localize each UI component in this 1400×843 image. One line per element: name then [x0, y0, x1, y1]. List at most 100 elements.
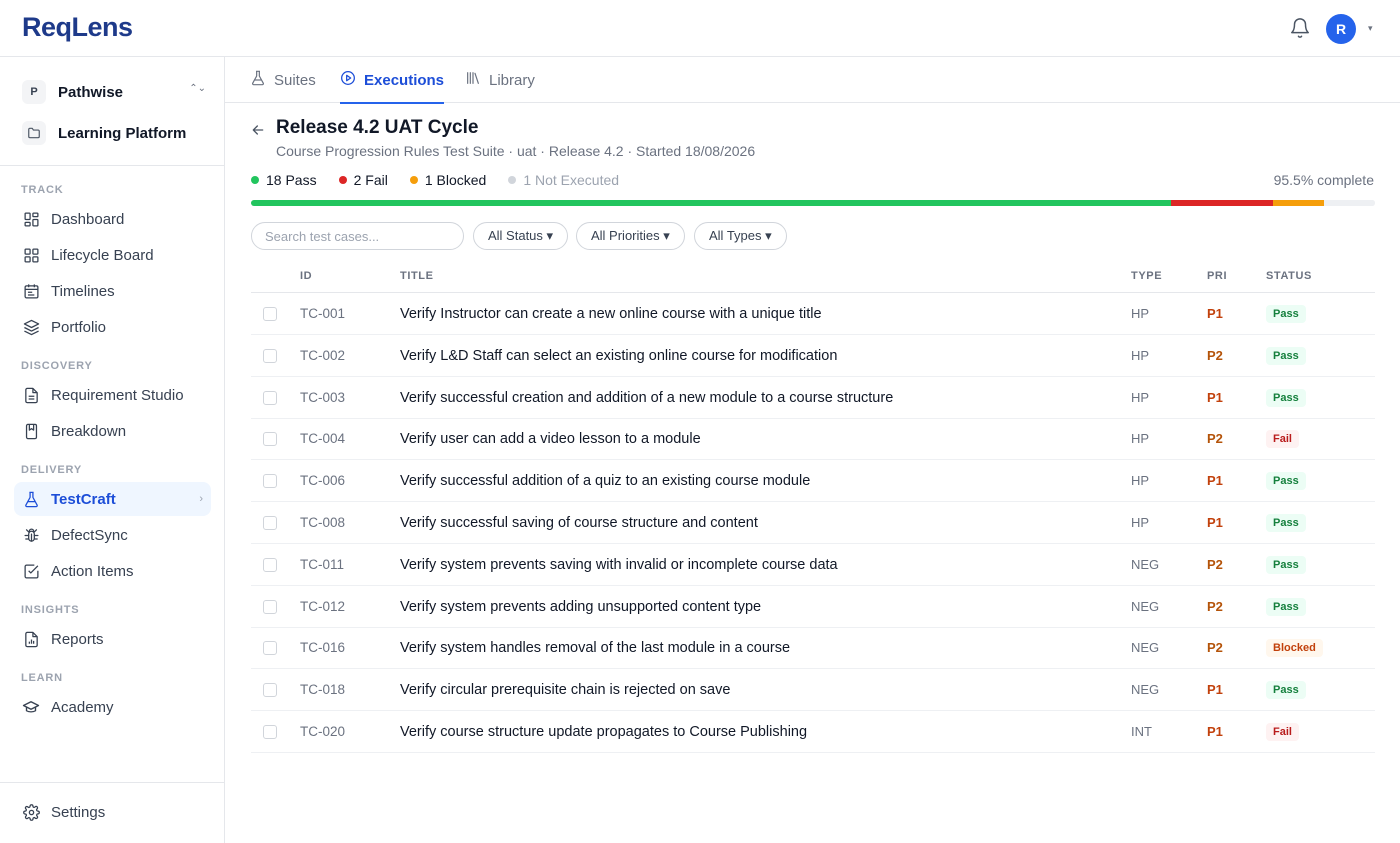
sidebar-item-timelines[interactable]: Timelines [14, 274, 211, 308]
sidebar-item-settings[interactable]: Settings [14, 795, 211, 829]
sidebar-item-dashboard[interactable]: Dashboard [14, 202, 211, 236]
execution-progress-bar [251, 200, 1375, 206]
test-case-title[interactable]: Verify L&D Staff can select an existing … [400, 348, 837, 364]
row-checkbox[interactable] [263, 390, 277, 405]
page-subtitle: Course Progression Rules Test Suite · ua… [276, 143, 756, 159]
table-row[interactable]: TC-001 Verify Instructor can create a new… [251, 293, 1375, 335]
status-badge: Pass [1266, 305, 1306, 323]
row-checkbox[interactable] [263, 474, 277, 489]
table-row[interactable]: TC-011 Verify system prevents saving with… [251, 544, 1375, 586]
test-case-title[interactable]: Verify course structure update propagate… [400, 724, 807, 740]
test-case-id: TC-001 [300, 306, 346, 321]
column-header-id[interactable]: ID [300, 270, 312, 282]
pass-dot-icon [251, 176, 259, 184]
tab-suites[interactable]: Suites [250, 57, 316, 103]
chevron-updown-icon: ⌃⌄ [189, 83, 206, 94]
status-badge: Blocked [1266, 639, 1323, 658]
stat-blocked-label: 1 Blocked [424, 172, 487, 188]
test-case-title[interactable]: Verify user can add a video lesson to a … [400, 431, 701, 447]
notification-bell-icon[interactable] [1289, 17, 1311, 39]
test-case-title[interactable]: Verify system prevents adding unsupporte… [400, 599, 761, 615]
table-row[interactable]: TC-018 Verify circular prerequisite chain… [251, 669, 1375, 712]
report-icon [22, 630, 40, 648]
test-case-title[interactable]: Verify system prevents saving with inval… [400, 557, 838, 573]
sidebar-item-label: Timelines [51, 282, 115, 300]
not-executed-dot-icon [508, 176, 517, 184]
test-case-priority: P1 [1207, 473, 1223, 489]
section-insights: INSIGHTS [21, 604, 80, 616]
test-case-type: NEG [1131, 682, 1160, 698]
fail-dot-icon [338, 176, 347, 184]
test-case-type: NEG [1131, 598, 1160, 614]
test-case-type: INT [1131, 724, 1152, 739]
column-header-title[interactable]: TITLE [400, 270, 434, 282]
sidebar-item-testcraft[interactable]: TestCraft › [14, 482, 211, 516]
tab-executions[interactable]: Executions [340, 57, 445, 104]
tab-bar: Suites Executions Library [225, 57, 1400, 104]
user-avatar[interactable]: R [1326, 14, 1356, 44]
play-circle-icon [340, 70, 356, 91]
sidebar-item-action-items[interactable]: Action Items [14, 554, 211, 588]
row-checkbox[interactable] [263, 516, 277, 530]
table-row[interactable]: TC-006 Verify successful addition of a qu… [251, 460, 1375, 503]
table-row[interactable]: TC-012 Verify system prevents adding unsu… [251, 586, 1375, 628]
status-filter-dropdown[interactable]: All Status ▾ [473, 222, 569, 250]
row-checkbox[interactable] [263, 641, 277, 656]
row-checkbox[interactable] [263, 348, 277, 363]
progress-blocked-segment [1272, 200, 1324, 206]
sidebar: P Pathwise ⌃⌄ Learning Platform TRACK Da… [0, 57, 225, 843]
table-row[interactable]: TC-004 Verify user can add a video lesson… [251, 418, 1375, 461]
column-header-priority[interactable]: PRI [1207, 270, 1227, 282]
stat-fail-label: 2 Fail [353, 172, 388, 188]
sidebar-item-lifecycle-board[interactable]: Lifecycle Board [14, 238, 211, 272]
chevron-right-icon: › [199, 493, 203, 505]
test-case-title[interactable]: Verify successful addition of a quiz to … [400, 473, 810, 489]
row-checkbox[interactable] [263, 725, 277, 739]
sidebar-item-requirement-studio[interactable]: Requirement Studio [14, 378, 211, 412]
table-row[interactable]: TC-016 Verify system handles removal of t… [251, 627, 1375, 670]
row-checkbox[interactable] [263, 307, 277, 321]
project-switcher[interactable]: P Pathwise ⌃⌄ [22, 79, 212, 105]
table-row[interactable]: TC-003 Verify successful creation and add… [251, 377, 1375, 419]
sidebar-item-breakdown[interactable]: Breakdown [14, 414, 211, 448]
table-row[interactable]: TC-008 Verify successful saving of course… [251, 502, 1375, 544]
row-checkbox[interactable] [263, 599, 277, 614]
table-header: ID TITLE TYPE PRI STATUS [251, 260, 1375, 293]
test-case-title[interactable]: Verify circular prerequisite chain is re… [400, 682, 730, 698]
column-header-type[interactable]: TYPE [1131, 270, 1162, 282]
priority-filter-dropdown[interactable]: All Priorities ▾ [576, 222, 685, 250]
row-checkbox[interactable] [263, 557, 277, 572]
project-name: Pathwise [58, 83, 124, 101]
top-bar: ReqLens R ▾ [0, 0, 1400, 57]
folder-icon [22, 121, 46, 145]
test-case-type: HP [1131, 431, 1150, 447]
progress-fail-segment [1170, 200, 1273, 206]
table-row[interactable]: TC-002 Verify L&D Staff can select an exi… [251, 335, 1375, 377]
tab-library[interactable]: Library [465, 57, 535, 103]
sidebar-item-label: Lifecycle Board [51, 246, 154, 264]
search-input[interactable] [251, 222, 464, 250]
library-icon [465, 70, 481, 91]
sidebar-item-reports[interactable]: Reports [14, 622, 211, 656]
column-header-status[interactable]: STATUS [1266, 270, 1312, 282]
app-logo[interactable]: ReqLens [22, 12, 133, 43]
row-checkbox[interactable] [263, 432, 277, 447]
type-filter-dropdown[interactable]: All Types ▾ [694, 222, 787, 250]
test-case-title[interactable]: Verify successful creation and addition … [400, 390, 893, 406]
stat-not-executed: 1 Not Executed [508, 172, 619, 188]
tab-label: Library [489, 71, 535, 89]
test-case-title[interactable]: Verify system handles removal of the las… [400, 640, 790, 656]
test-case-id: TC-006 [300, 473, 346, 489]
row-checkbox[interactable] [263, 683, 277, 698]
sidebar-item-academy[interactable]: Academy [14, 690, 211, 724]
back-arrow-icon[interactable] [250, 122, 266, 138]
workspace-selector[interactable]: Learning Platform [22, 120, 212, 146]
test-case-title[interactable]: Verify successful saving of course struc… [400, 515, 758, 531]
sidebar-item-portfolio[interactable]: Portfolio [14, 310, 211, 344]
test-case-type: HP [1131, 473, 1150, 489]
user-menu-caret-icon[interactable]: ▾ [1368, 23, 1373, 34]
test-case-type: HP [1131, 515, 1150, 530]
test-case-title[interactable]: Verify Instructor can create a new onlin… [400, 306, 822, 322]
table-row[interactable]: TC-020 Verify course structure update pro… [251, 711, 1375, 753]
sidebar-item-defectsync[interactable]: DefectSync [14, 518, 211, 552]
